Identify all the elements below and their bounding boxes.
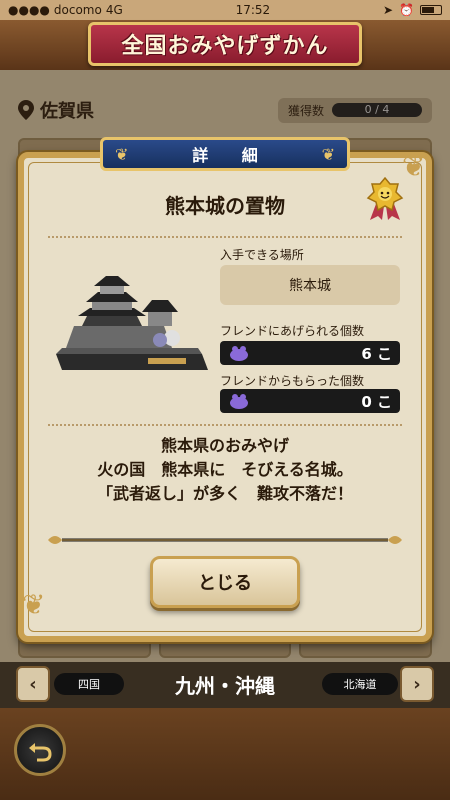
received-count-bar: 0 こ	[220, 389, 400, 413]
prev-region-label: 四国	[78, 678, 100, 691]
item-description: 熊本県のおみやげ 火の国 熊本県に そびえる名城。 「武者返し」が多く 難攻不落…	[18, 434, 432, 506]
give-count-value: 6 こ	[361, 344, 392, 363]
description-line: 火の国 熊本県に そびえる名城。	[97, 460, 353, 479]
castle-figurine-image	[56, 276, 208, 370]
fleur-icon: ❦	[321, 144, 335, 164]
give-count-label: フレンドにあげられる個数	[220, 324, 365, 338]
bag-icon	[230, 346, 248, 361]
prev-region-pill[interactable]: 四国	[54, 673, 124, 695]
close-button[interactable]: とじる	[150, 556, 300, 608]
battery-icon	[420, 5, 442, 15]
footer-bar	[0, 708, 450, 800]
title-banner: 全国おみやげずかん	[88, 22, 362, 66]
status-bar: ●●●● docomo 4G 17:52 ➤ ⏰	[0, 0, 450, 20]
received-count-label: フレンドからもらった個数	[220, 374, 365, 388]
received-count-value: 0 こ	[361, 392, 392, 411]
place-label: 入手できる場所	[220, 248, 304, 262]
corner-ornament-icon: ❦	[22, 588, 46, 621]
ornament-divider	[48, 536, 402, 544]
medal-icon	[366, 176, 404, 220]
divider	[48, 424, 402, 426]
place-value-box: 熊本城	[220, 265, 400, 305]
next-region-label: 北海道	[343, 678, 377, 691]
detail-tab-title: 詳 細	[192, 146, 272, 165]
network-type: 4G	[105, 3, 123, 17]
page-title: 全国おみやげずかん	[121, 34, 329, 59]
alarm-icon: ⏰	[399, 3, 414, 17]
clock: 17:52	[235, 3, 271, 17]
bag-icon	[230, 394, 248, 409]
arrow-left-icon: ‹	[29, 673, 37, 695]
arrow-right-icon: ›	[413, 673, 421, 695]
give-count-bar: 6 こ	[220, 341, 400, 365]
back-icon	[29, 743, 52, 762]
prev-region-button[interactable]: ‹	[16, 666, 50, 702]
next-region-pill[interactable]: 北海道	[322, 673, 398, 695]
description-line: 熊本県のおみやげ	[160, 436, 289, 455]
detail-tab: ❦ 詳 細 ❦	[100, 137, 350, 171]
current-region-label: 九州・沖縄	[175, 674, 275, 698]
next-region-button[interactable]: ›	[400, 666, 434, 702]
close-button-label: とじる	[198, 573, 252, 594]
divider	[48, 236, 402, 238]
back-button[interactable]	[14, 724, 66, 776]
place-value: 熊本城	[289, 278, 331, 294]
signal-icon: ●●●●	[8, 3, 50, 17]
location-icon: ➤	[382, 3, 394, 17]
carrier: docomo	[53, 3, 102, 17]
description-line: 「武者返し」が多く 難攻不落だ！	[96, 484, 353, 503]
fleur-icon: ❦	[115, 144, 129, 164]
